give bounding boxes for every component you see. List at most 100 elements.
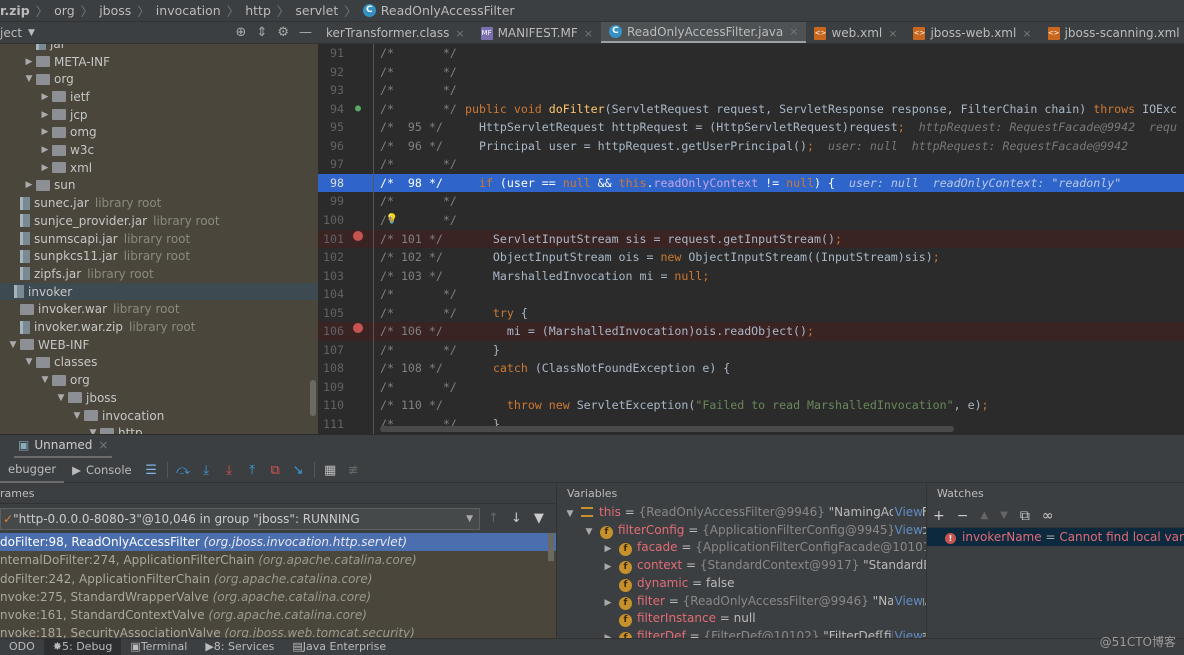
tree-item[interactable]: ▼ http: [0, 424, 318, 434]
code-line[interactable]: 91 /* */: [318, 44, 1184, 63]
variable-row[interactable]: ▶ f context = {StandardContext@9917} "Stan…: [557, 557, 926, 575]
tree-item[interactable]: sunec.jar library root: [0, 194, 318, 212]
force-step-into-icon[interactable]: ⤓: [221, 463, 237, 478]
tab-readonlyaccessfilter-java[interactable]: C ReadOnlyAccessFilter.java ×: [600, 22, 807, 43]
line-number[interactable]: 108: [318, 359, 344, 378]
tree-item[interactable]: ▼ org: [0, 70, 318, 88]
close-icon[interactable]: ×: [98, 438, 108, 452]
tree-item[interactable]: ▶ sun: [0, 177, 318, 195]
editor-horizontal-scrollbar[interactable]: [380, 426, 954, 432]
variable-row[interactable]: f filterInstance = null: [557, 610, 926, 628]
line-number[interactable]: 105: [318, 304, 344, 323]
toolwindow-java-enterprise[interactable]: ▤ Java Enterprise: [283, 639, 395, 655]
tree-item[interactable]: ▼ org: [0, 371, 318, 389]
tab-console[interactable]: ▶ Console: [64, 458, 140, 483]
view-link[interactable]: View: [892, 521, 923, 540]
tree-item[interactable]: jar: [0, 44, 318, 53]
line-number[interactable]: 98: [318, 174, 344, 193]
stack-frame[interactable]: nvoke:181, SecurityAssociationValve (org…: [0, 624, 556, 638]
line-number[interactable]: 96: [318, 137, 344, 156]
breadcrumb-item[interactable]: ReadOnlyAccessFilter: [381, 3, 515, 18]
line-number[interactable]: 94: [318, 100, 344, 119]
stack-frame[interactable]: doFilter:98, ReadOnlyAccessFilter (org.j…: [0, 533, 556, 552]
line-number[interactable]: 91: [318, 44, 344, 63]
variable-row[interactable]: f dynamic = false: [557, 575, 926, 593]
close-icon[interactable]: ×: [1022, 27, 1031, 40]
line-number[interactable]: 104: [318, 285, 344, 304]
code-line[interactable]: 107 /* */ }: [318, 341, 1184, 360]
variable-row[interactable]: ▼ this = {ReadOnlyAccessFilter@9946} "Nam…: [557, 504, 926, 522]
breadcrumb-item[interactable]: invocation: [156, 3, 221, 18]
line-number[interactable]: 101: [318, 230, 344, 249]
expanded-arrow-icon[interactable]: ▼: [22, 357, 36, 367]
chevron-down-icon[interactable]: ▼: [466, 509, 473, 529]
code-line[interactable]: 104 /* */: [318, 285, 1184, 304]
project-view-selector[interactable]: ject: [0, 26, 22, 40]
breadcrumb-item[interactable]: r.zip: [0, 3, 30, 18]
add-watch-icon[interactable]: +: [933, 508, 945, 524]
line-number[interactable]: 111: [318, 415, 344, 434]
code-line[interactable]: 102 /* 102 */ ObjectInputStream ois = new…: [318, 248, 1184, 267]
collapsed-arrow-icon[interactable]: ▶: [601, 630, 615, 638]
breadcrumb-item[interactable]: jboss: [99, 3, 131, 18]
gear-icon[interactable]: ⚙: [277, 25, 289, 40]
tree-item[interactable]: ▶ ietf: [0, 88, 318, 106]
tab-jboss-web-xml[interactable]: <> jboss-web.xml ×: [905, 22, 1039, 43]
code-line[interactable]: 99 /* */: [318, 192, 1184, 211]
chevron-down-icon[interactable]: ▼: [28, 28, 35, 38]
line-number[interactable]: 109: [318, 378, 344, 397]
code-line[interactable]: 106 /* 106 */ mi = (MarshalledInvocation)…: [318, 322, 1184, 341]
frames-scrollbar[interactable]: [548, 533, 554, 561]
code-line[interactable]: 93 /* */: [318, 81, 1184, 100]
collapsed-arrow-icon[interactable]: ▶: [38, 92, 52, 102]
step-out-icon[interactable]: ⤒: [244, 463, 260, 478]
duplicate-icon[interactable]: ⧉: [1020, 508, 1030, 524]
tab-web-xml[interactable]: <> web.xml ×: [806, 22, 905, 43]
locate-icon[interactable]: ⊕: [236, 25, 247, 40]
tree-item[interactable]: ▶ omg: [0, 124, 318, 142]
view-link[interactable]: View: [892, 627, 923, 638]
close-icon[interactable]: ×: [584, 27, 593, 40]
code-line[interactable]: 108 /* 108 */ catch (ClassNotFoundExcepti…: [318, 359, 1184, 378]
line-number[interactable]: 102: [318, 248, 344, 267]
expanded-arrow-icon[interactable]: ▼: [54, 393, 68, 403]
thread-selector[interactable]: ✓"http-0.0.0.0-8080-3"@10,046 in group "…: [0, 508, 480, 530]
evaluate-expression-icon[interactable]: ▦: [322, 463, 338, 478]
code-line[interactable]: 100 💡/* */: [318, 211, 1184, 230]
tab-debugger[interactable]: ebugger: [0, 458, 65, 483]
tree-item[interactable]: invoker.war.zip library root: [0, 318, 318, 336]
collapsed-arrow-icon[interactable]: ▶: [38, 110, 52, 120]
tree-item[interactable]: ▼ jboss: [0, 389, 318, 407]
code-line[interactable]: 103 /* 103 */ MarshalledInvocation mi = n…: [318, 267, 1184, 286]
toolwindow-terminal[interactable]: ▣ Terminal: [121, 639, 196, 655]
tree-item[interactable]: ▶ META-INF: [0, 53, 318, 71]
collapse-icon[interactable]: ⇕: [256, 25, 267, 40]
tree-item[interactable]: zipfs.jar library root: [0, 265, 318, 283]
expanded-arrow-icon[interactable]: ▼: [22, 74, 36, 84]
variable-row[interactable]: ▶ f filterDef = {FilterDef@10102} "FilterD…: [557, 627, 926, 638]
view-link[interactable]: View: [892, 504, 923, 522]
tree-item[interactable]: ▶ w3c: [0, 141, 318, 159]
code-line[interactable]: 105 /* */ try {: [318, 304, 1184, 323]
toolwindow-todo[interactable]: ODO: [0, 639, 44, 655]
expanded-arrow-icon[interactable]: ▼: [6, 340, 20, 350]
breakpoint-icon[interactable]: [350, 230, 366, 249]
line-number[interactable]: 97: [318, 155, 344, 174]
code-line[interactable]: 97 /* */: [318, 155, 1184, 174]
tree-item[interactable]: invoker.war library root: [0, 301, 318, 319]
code-editor[interactable]: 91 /* */ 92 /* */ 93 /* */ 94 ● /* */ public void…: [318, 44, 1184, 434]
collapsed-arrow-icon[interactable]: ▶: [22, 180, 36, 190]
tree-item[interactable]: sunmscapi.jar library root: [0, 230, 318, 248]
stack-frame[interactable]: nternalDoFilter:274, ApplicationFilterCh…: [0, 551, 556, 569]
tab-debug-session[interactable]: ▣ Unnamed ×: [14, 435, 113, 459]
line-number[interactable]: 95: [318, 118, 344, 137]
watch-row[interactable]: !invokerName = Cannot find local variabl…: [927, 528, 1184, 546]
remove-watch-icon[interactable]: −: [957, 508, 969, 524]
collapsed-arrow-icon[interactable]: ▶: [38, 163, 52, 173]
line-number[interactable]: 103: [318, 267, 344, 286]
override-icon[interactable]: ●: [350, 100, 366, 119]
tree-item[interactable]: ▼ WEB-INF: [0, 336, 318, 354]
collapsed-arrow-icon[interactable]: ▶: [38, 127, 52, 137]
move-up-icon[interactable]: ▲: [980, 510, 988, 521]
view-link[interactable]: View: [892, 592, 923, 611]
